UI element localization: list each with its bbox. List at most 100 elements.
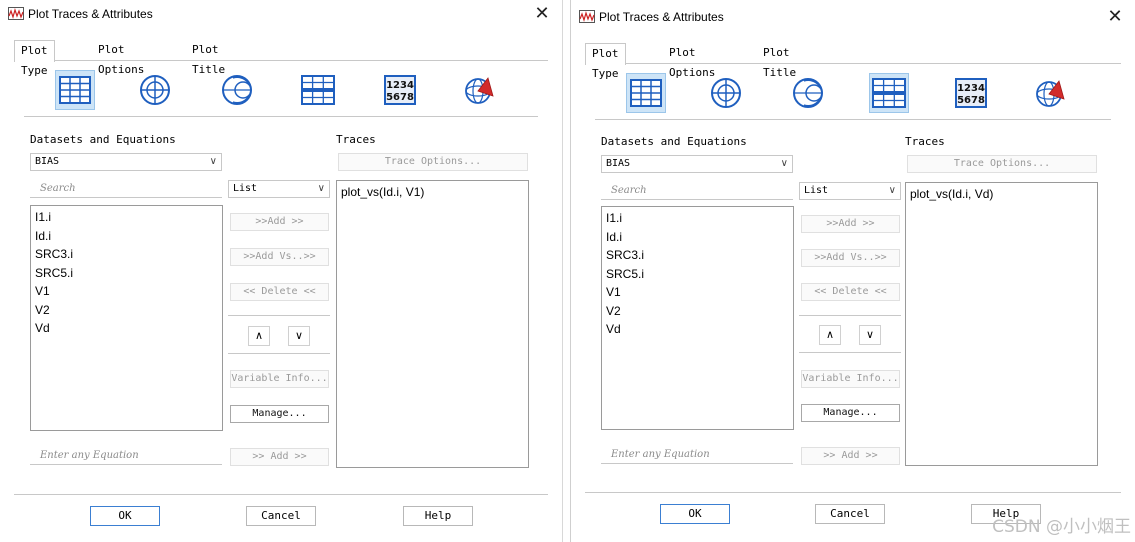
rectangular-plot-button[interactable] <box>55 70 95 110</box>
smith-chart-button[interactable] <box>217 70 257 110</box>
chevron-down-icon: ∨ <box>209 156 217 167</box>
rectangular-grid-icon <box>630 79 662 107</box>
dataset-select[interactable]: BIAS ∨ <box>30 153 222 171</box>
tab-plot-title[interactable]: Plot Title <box>186 40 231 76</box>
variable-info-button[interactable]: Variable Info... <box>230 370 329 388</box>
trace-options-button[interactable]: Trace Options... <box>907 155 1097 173</box>
list-item[interactable]: V1 <box>35 282 218 301</box>
chevron-up-icon: ∧ <box>825 328 835 341</box>
view-mode-value: List <box>804 185 829 196</box>
add-equation-button[interactable]: >> Add >> <box>801 447 900 465</box>
list-item[interactable]: I1.i <box>35 208 218 227</box>
cancel-button[interactable]: Cancel <box>815 504 885 524</box>
add-button[interactable]: >>Add >> <box>230 213 329 231</box>
trace-item[interactable]: plot_vs(Id.i, Vd) <box>910 185 1093 204</box>
rectangular-plot-button[interactable] <box>626 73 666 113</box>
svg-text:5678: 5678 <box>386 92 414 103</box>
dataset-selected-value: BIAS <box>606 158 631 169</box>
polar-plot-button[interactable] <box>135 70 175 110</box>
stacked-plot-button[interactable] <box>869 73 909 113</box>
polar-plot-button[interactable] <box>706 73 746 113</box>
separator <box>228 315 330 316</box>
antenna-plot-button[interactable] <box>460 70 500 110</box>
chevron-down-icon: ∨ <box>780 158 788 169</box>
title-bar: Plot Traces & Attributes ✕ <box>0 0 562 30</box>
plot-type-toolbar: 1234 5678 <box>595 67 1111 120</box>
smith-chart-button[interactable] <box>788 73 828 113</box>
move-down-button[interactable]: ∨ <box>859 325 881 345</box>
close-button[interactable]: ✕ <box>1103 5 1127 27</box>
tab-plot-title[interactable]: Plot Title <box>757 43 802 79</box>
tab-divider <box>585 63 1121 64</box>
variable-list[interactable]: I1.i Id.i SRC3.i SRC5.i V1 V2 Vd <box>30 205 223 431</box>
view-mode-select[interactable]: List ∨ <box>799 182 901 200</box>
variable-list[interactable]: I1.i Id.i SRC3.i SRC5.i V1 V2 Vd <box>601 206 794 430</box>
list-item[interactable]: Id.i <box>35 227 218 246</box>
separator <box>799 315 901 316</box>
dialog-right: Plot Traces & Attributes ✕ Plot Type Plo… <box>570 0 1135 542</box>
close-button[interactable]: ✕ <box>530 2 554 24</box>
equation-input[interactable]: Enter any Equation <box>601 446 793 464</box>
traces-label: Traces <box>336 133 376 146</box>
tab-plot-options[interactable]: Plot Options <box>92 40 150 76</box>
trace-item[interactable]: plot_vs(Id.i, V1) <box>341 183 524 202</box>
waveform-app-icon <box>8 7 24 20</box>
dataset-selected-value: BIAS <box>35 156 60 167</box>
table-1234-icon: 1234 5678 <box>384 75 416 105</box>
move-up-button[interactable]: ∧ <box>248 326 270 346</box>
delete-button[interactable]: << Delete << <box>230 283 329 301</box>
view-mode-select[interactable]: List ∨ <box>228 180 330 198</box>
dataset-select[interactable]: BIAS ∨ <box>601 155 793 173</box>
datasets-label: Datasets and Equations <box>601 135 747 148</box>
tab-plot-options[interactable]: Plot Options <box>663 43 721 79</box>
add-button[interactable]: >>Add >> <box>801 215 900 233</box>
traces-list[interactable]: plot_vs(Id.i, Vd) <box>905 182 1098 466</box>
tab-plot-type[interactable]: Plot Type <box>14 40 55 77</box>
polar-icon <box>140 75 170 105</box>
list-item[interactable]: I1.i <box>606 209 789 228</box>
ok-button[interactable]: OK <box>660 504 730 524</box>
delete-button[interactable]: << Delete << <box>801 283 900 301</box>
manage-button[interactable]: Manage... <box>801 404 900 422</box>
table-1234-icon: 1234 5678 <box>955 78 987 108</box>
list-plot-button[interactable]: 1234 5678 <box>380 70 420 110</box>
footer-divider <box>585 492 1121 493</box>
move-down-button[interactable]: ∨ <box>288 326 310 346</box>
search-input[interactable]: Search <box>30 180 222 198</box>
chevron-down-icon: ∨ <box>865 328 875 341</box>
watermark: CSDN @小小烟王 <box>992 517 1131 537</box>
list-item[interactable]: Vd <box>606 320 789 339</box>
move-up-button[interactable]: ∧ <box>819 325 841 345</box>
list-item[interactable]: SRC5.i <box>35 264 218 283</box>
traces-list[interactable]: plot_vs(Id.i, V1) <box>336 180 529 468</box>
search-input[interactable]: Search <box>601 182 793 200</box>
add-vs-button[interactable]: >>Add Vs..>> <box>801 249 900 267</box>
stacked-plot-button[interactable] <box>298 70 338 110</box>
list-item[interactable]: Id.i <box>606 228 789 247</box>
list-item[interactable]: Vd <box>35 319 218 338</box>
list-item[interactable]: V2 <box>606 302 789 321</box>
add-vs-button[interactable]: >>Add Vs..>> <box>230 248 329 266</box>
trace-options-button[interactable]: Trace Options... <box>338 153 528 171</box>
chevron-up-icon: ∧ <box>254 329 264 342</box>
help-button[interactable]: Help <box>403 506 473 526</box>
antenna-plot-button[interactable] <box>1031 73 1071 113</box>
dialog-left: Plot Traces & Attributes ✕ Plot Type Plo… <box>0 0 563 542</box>
manage-button[interactable]: Manage... <box>230 405 329 423</box>
list-item[interactable]: V2 <box>35 301 218 320</box>
list-plot-button[interactable]: 1234 5678 <box>951 73 991 113</box>
add-equation-button[interactable]: >> Add >> <box>230 448 329 466</box>
equation-input[interactable]: Enter any Equation <box>30 447 222 465</box>
tab-divider <box>14 60 548 61</box>
cancel-button[interactable]: Cancel <box>246 506 316 526</box>
tab-plot-type[interactable]: Plot Type <box>585 43 626 80</box>
variable-info-button[interactable]: Variable Info... <box>801 370 900 388</box>
smith-chart-icon <box>793 78 823 108</box>
list-item[interactable]: SRC3.i <box>35 245 218 264</box>
list-item[interactable]: SRC3.i <box>606 246 789 265</box>
ok-button[interactable]: OK <box>90 506 160 526</box>
svg-text:1234: 1234 <box>957 83 985 94</box>
list-item[interactable]: V1 <box>606 283 789 302</box>
list-item[interactable]: SRC5.i <box>606 265 789 284</box>
stacked-rectangular-icon <box>301 75 335 105</box>
